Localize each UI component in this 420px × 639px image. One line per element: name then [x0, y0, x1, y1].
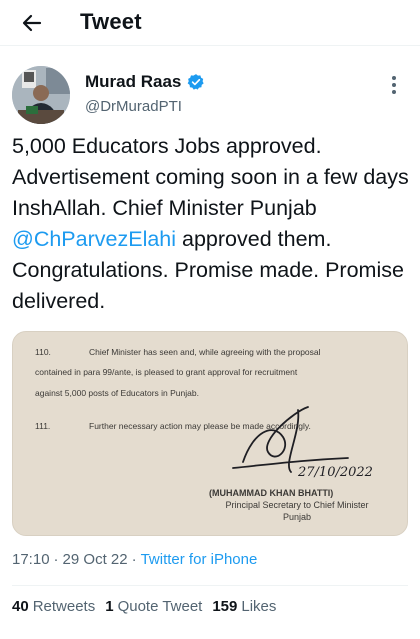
retweets-label: Retweets — [32, 598, 96, 615]
retweets-count: 40 — [12, 598, 29, 615]
likes-stat[interactable]: 159 Likes — [212, 598, 276, 615]
attached-document-image[interactable]: 110. Chief Minister has seen and, while … — [12, 331, 408, 536]
tweet-meta: 17:10 · 29 Oct 22 · Twitter for iPhone — [12, 551, 257, 568]
quotes-count: 1 — [105, 598, 114, 615]
author-name[interactable]: Murad Raas — [85, 72, 181, 92]
verified-badge-icon — [188, 74, 205, 90]
back-button[interactable] — [18, 9, 46, 37]
avatar-image — [12, 66, 70, 124]
doc-para-number: 111. — [35, 421, 51, 431]
arrow-left-icon — [22, 14, 42, 32]
signatory-location: Punjab — [282, 512, 312, 522]
meta-separator: · — [53, 551, 59, 568]
top-bar: Tweet — [0, 0, 420, 46]
tweet-author: Murad Raas @DrMuradPTI — [12, 64, 408, 124]
more-vertical-icon — [392, 76, 396, 94]
quote-tweets-stat[interactable]: 1 Quote Tweet — [105, 598, 202, 615]
meta-separator: · — [131, 551, 137, 568]
tweet-date[interactable]: 29 Oct 22 — [63, 551, 128, 568]
doc-text-line: against 5,000 posts of Educators in Punj… — [35, 388, 199, 398]
avatar[interactable] — [12, 66, 70, 124]
doc-para-number: 110. — [35, 347, 51, 357]
mention-link[interactable]: @ChParvezElahi — [12, 227, 176, 251]
quotes-label: Quote Tweet — [117, 598, 203, 615]
engagement-stats: 40 Retweets 1 Quote Tweet 159 Likes — [12, 598, 276, 615]
tweet-body: 5,000 Educators Jobs approved. Advertise… — [12, 131, 410, 317]
tweet-source[interactable]: Twitter for iPhone — [141, 551, 258, 568]
author-handle[interactable]: @DrMuradPTI — [85, 98, 182, 115]
page-title: Tweet — [80, 9, 142, 34]
divider — [12, 585, 408, 586]
more-options-button[interactable] — [384, 74, 404, 96]
tweet-time[interactable]: 17:10 — [12, 551, 50, 568]
signatory-title: Principal Secretary to Chief Minister — [225, 500, 369, 510]
retweets-stat[interactable]: 40 Retweets — [12, 598, 95, 615]
doc-text-line: Chief Minister has seen and, while agree… — [89, 347, 321, 357]
tweet-text-part: 5,000 Educators Jobs approved. Advertise… — [12, 134, 409, 220]
signatory-name: (MUHAMMAD KHAN BHATTI) — [209, 488, 334, 498]
likes-label: Likes — [241, 598, 277, 615]
signature-date: 27/10/2022 — [298, 465, 373, 480]
doc-text-line: contained in para 99/ante, is pleased to… — [35, 367, 298, 377]
likes-count: 159 — [212, 598, 238, 615]
